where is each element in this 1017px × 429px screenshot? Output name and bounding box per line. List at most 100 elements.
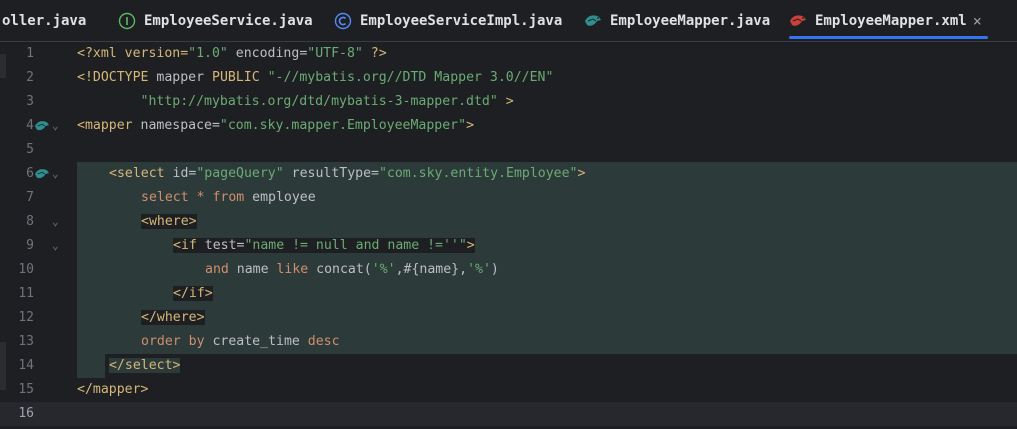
- code-line: 1 <?xml version="1.0" encoding="UTF-8" ?…: [0, 42, 1017, 66]
- mybatis-bird-icon[interactable]: [34, 167, 50, 181]
- editor-tab-bar: oller.java EmployeeService.java Employee…: [0, 0, 1017, 42]
- tab-employee-mapper-java[interactable]: EmployeeMapper.java: [584, 0, 770, 42]
- code-token: "1.0": [188, 46, 228, 61]
- code-token: like: [276, 262, 309, 277]
- code-text: and name like concat('%',#{name},'%'): [205, 258, 499, 282]
- mybatis-bird-icon: [585, 15, 601, 26]
- tab-label: EmployeeServiceImpl.java: [360, 13, 563, 29]
- code-token: create_time: [204, 334, 308, 349]
- code-text: select * from employee: [141, 186, 316, 210]
- close-tab-icon[interactable]: ×: [973, 12, 982, 30]
- code-token: ): [490, 262, 499, 277]
- code-line: 13 order by create_time desc: [0, 330, 1017, 354]
- code-token: "com.sky.entity.Employee": [378, 166, 578, 181]
- code-line: 15 </mapper>: [0, 378, 1017, 402]
- code-token: <!DOCTYPE: [77, 70, 149, 85]
- code-token: <if: [173, 238, 197, 253]
- code-token: name: [228, 262, 277, 277]
- code-line: 4 ⌄ <mapper namespace="com.sky.mapper.Em…: [0, 114, 1017, 138]
- mybatis-bird-icon[interactable]: [34, 119, 50, 133]
- code-line: 7 select * from employee: [0, 186, 1017, 210]
- code-token: <where>: [141, 214, 197, 229]
- code-line: 12 </where>: [0, 306, 1017, 330]
- code-token: test=: [196, 238, 245, 253]
- code-token: </if>: [173, 286, 213, 301]
- code-token: namespace=: [132, 118, 220, 133]
- line-number: 4: [26, 118, 34, 133]
- line-number: 9: [26, 238, 34, 253]
- tab-label: EmployeeMapper.java: [610, 13, 771, 29]
- code-token: </select>: [109, 358, 181, 373]
- line-number: 3: [26, 94, 34, 109]
- line-number: 1: [26, 46, 34, 61]
- code-line: 2 <!DOCTYPE mapper PUBLIC "-//mybatis.or…: [0, 66, 1017, 90]
- code-line: 8 ⌄ <where>: [0, 210, 1017, 234]
- code-token: '%': [371, 262, 396, 277]
- tab-label: EmployeeMapper.xml: [815, 13, 967, 29]
- code-token: <?xml version=: [77, 46, 189, 61]
- line-number: 5: [26, 142, 34, 157]
- code-token: "com.sky.mapper.EmployeeMapper": [219, 118, 467, 133]
- code-token: *: [188, 190, 213, 205]
- line-number: 12: [18, 310, 34, 325]
- code-token: PUBLIC: [212, 70, 260, 85]
- code-token: select: [141, 190, 189, 205]
- tab-employee-service-impl-java[interactable]: EmployeeServiceImpl.java: [334, 0, 562, 42]
- line-number: 14: [18, 358, 34, 373]
- tab-employee-mapper-xml[interactable]: EmployeeMapper.xml ×: [789, 0, 988, 42]
- code-token: from: [212, 190, 245, 205]
- code-token: desc: [307, 334, 340, 349]
- code-token: >: [497, 94, 514, 109]
- code-token: by: [188, 334, 205, 349]
- code-token: </mapper>: [77, 382, 149, 397]
- code-text: </if>: [173, 282, 213, 306]
- fold-chevron-icon[interactable]: ⌄: [52, 210, 59, 234]
- code-token: "UTF-8": [307, 46, 363, 61]
- code-token: ?>: [362, 46, 387, 61]
- tab-controller-java[interactable]: oller.java: [2, 0, 86, 42]
- code-line: 14 </select>: [0, 354, 1017, 378]
- code-text: <?xml version="1.0" encoding="UTF-8" ?>: [77, 42, 387, 66]
- line-number: 2: [26, 70, 34, 85]
- line-number: 7: [26, 190, 34, 205]
- line-number: 13: [18, 334, 34, 349]
- code-token: "-//mybatis.org//DTD Mapper 3.0//EN": [259, 70, 554, 85]
- code-token: >: [466, 238, 475, 253]
- code-editor[interactable]: 1 <?xml version="1.0" encoding="UTF-8" ?…: [0, 42, 1017, 429]
- code-text: </where>: [141, 306, 205, 330]
- code-token: </where>: [141, 310, 205, 325]
- fold-chevron-icon[interactable]: ⌄: [52, 162, 59, 186]
- line-number: 6: [26, 166, 34, 181]
- code-token: "name != null: [244, 238, 356, 253]
- line-number: 8: [26, 214, 34, 229]
- code-token: >: [466, 118, 475, 133]
- code-token: <mapper: [77, 118, 133, 133]
- code-token: resultType=: [283, 166, 379, 181]
- code-token: and: [355, 238, 380, 253]
- code-token: concat(: [308, 262, 372, 277]
- code-token: id=: [164, 166, 197, 181]
- code-token: "pageQuery": [196, 166, 284, 181]
- line-number: 15: [18, 382, 34, 397]
- code-line: 9 ⌄ <if test="name != null and name !=''…: [0, 234, 1017, 258]
- code-line: 16: [0, 402, 1017, 426]
- code-line: 10 and name like concat('%',#{name},'%'): [0, 258, 1017, 282]
- tab-employee-service-java[interactable]: EmployeeService.java: [118, 0, 313, 42]
- class-icon: [334, 12, 352, 30]
- code-token: ,#{name},: [395, 262, 468, 277]
- fold-chevron-icon[interactable]: ⌄: [52, 114, 59, 138]
- tab-label: oller.java: [2, 13, 87, 29]
- line-number: 16: [18, 406, 34, 421]
- fold-chevron-icon[interactable]: ⌄: [52, 234, 59, 258]
- code-line: 3 "http://mybatis.org/dtd/mybatis-3-mapp…: [0, 90, 1017, 114]
- code-token: and: [205, 262, 229, 277]
- code-text: </select>: [109, 354, 181, 378]
- code-line: 11 </if>: [0, 282, 1017, 306]
- code-text: <!DOCTYPE mapper PUBLIC "-//mybatis.org/…: [77, 66, 553, 90]
- code-token: order: [141, 334, 181, 349]
- code-text: <if test="name != null and name !=''">: [173, 234, 475, 258]
- code-text: "http://mybatis.org/dtd/mybatis-3-mapper…: [77, 90, 514, 114]
- code-text: <mapper namespace="com.sky.mapper.Employ…: [77, 114, 474, 138]
- code-text: <where>: [141, 210, 197, 234]
